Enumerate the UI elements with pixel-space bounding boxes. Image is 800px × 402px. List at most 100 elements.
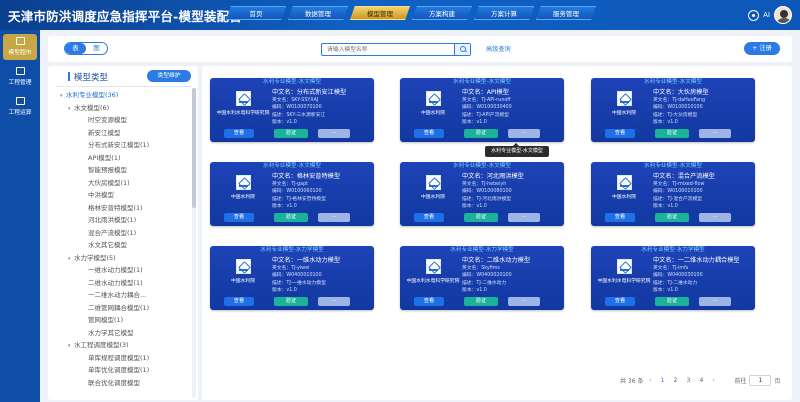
- tree-node[interactable]: 格林安普特模型(1): [88, 202, 143, 212]
- tree-node-label: 单库规程调度模型(1): [88, 353, 150, 362]
- prev-page-button[interactable]: ‹: [646, 377, 654, 384]
- view-button[interactable]: 查看: [605, 297, 635, 306]
- page-2[interactable]: 2: [670, 377, 680, 384]
- card-category: 水利专业模型-水文模型: [453, 79, 511, 85]
- page-3[interactable]: 3: [683, 377, 693, 384]
- view-button[interactable]: 查看: [414, 213, 444, 222]
- nav-scheme-compute[interactable]: 方案计算: [474, 6, 534, 20]
- tree-node[interactable]: 一维水动力模型(1): [88, 264, 143, 274]
- card-org: 中国水利院: [612, 111, 636, 116]
- next-page-button[interactable]: ›: [709, 377, 717, 384]
- verify-button[interactable]: 验证: [655, 297, 689, 306]
- more-button[interactable]: ···: [699, 297, 731, 306]
- toggle-table[interactable]: 表: [65, 43, 86, 54]
- model-card[interactable]: 水利专业模型-水文模型 中国水利水电科学研究院 中文名：分布式新安江模型 英文名：SK…: [210, 78, 374, 142]
- model-card[interactable]: 水利专业模型-水力学模型 中国水利水电科学研究院 中文名：二维水动力模型 英文名：Sk…: [400, 246, 564, 310]
- tree-node[interactable]: ▾ 水工程调度模型(3): [68, 339, 129, 349]
- tree-node[interactable]: ▾ 水文模型(6): [68, 102, 109, 112]
- more-button[interactable]: ···: [318, 297, 350, 306]
- register-button[interactable]: + 注册: [744, 42, 780, 55]
- pagination: 共 36 条 ‹ 1 2 3 4 › 前往 1 页: [620, 374, 780, 386]
- project-icon: [15, 67, 25, 75]
- tree-node[interactable]: ▾ 水利专业模型(36): [60, 89, 118, 99]
- tree-node-label: 中洪模型: [88, 191, 114, 199]
- tree-node[interactable]: 分布式新安江模型(1): [88, 139, 149, 149]
- toggle-chart[interactable]: 图: [86, 43, 107, 54]
- tree-node[interactable]: 二维管网耦合模型(1): [88, 302, 149, 312]
- more-button[interactable]: ···: [699, 213, 731, 222]
- card-org: 中国水利水电科学研究院: [406, 279, 460, 284]
- model-card[interactable]: 水利专业模型-水文模型 中国水利院 中文名：API模型 英文名：TJ-API-runo…: [400, 78, 564, 142]
- tree-node-label: 二维水动力模型(1): [88, 278, 143, 287]
- tree-node[interactable]: 混合产流模型(1): [88, 227, 136, 237]
- tree-node[interactable]: 水力学其它模型: [88, 327, 134, 337]
- verify-button[interactable]: 验证: [464, 129, 498, 138]
- view-button[interactable]: 查看: [224, 213, 254, 222]
- goto-label: 前往: [734, 377, 747, 385]
- advanced-search-link[interactable]: 高级查询: [486, 44, 511, 53]
- nav-data-management[interactable]: 数据管理: [288, 6, 348, 20]
- rail-item-compute[interactable]: 工程运算: [3, 94, 37, 120]
- tree-node[interactable]: 时空变源模型: [88, 114, 127, 124]
- verify-button[interactable]: 验证: [274, 129, 308, 138]
- avatar[interactable]: [774, 6, 792, 24]
- view-button[interactable]: 查看: [605, 129, 635, 138]
- more-button[interactable]: ···: [508, 129, 540, 138]
- verify-button[interactable]: 验证: [464, 297, 498, 306]
- search-icon[interactable]: [454, 44, 470, 55]
- scrollbar-thumb[interactable]: [192, 88, 196, 208]
- model-card[interactable]: 水利专业模型-水文模型 中国水利院 中文名：河北雨洪模型 英文名：TJ-hebeiyh…: [400, 162, 564, 226]
- tree-node[interactable]: 管网模型(1): [88, 314, 123, 324]
- view-button[interactable]: 查看: [224, 297, 254, 306]
- view-button[interactable]: 查看: [414, 297, 444, 306]
- tree-node[interactable]: 单库规程调度模型(1): [88, 352, 149, 362]
- verify-button[interactable]: 验证: [464, 213, 498, 222]
- model-card[interactable]: 水利专业模型-水文模型 中国水利院 中文名：混合产流模型 英文名：TJ-mixed-f…: [591, 162, 755, 226]
- nav-home[interactable]: 首页: [226, 6, 286, 20]
- tree-node[interactable]: API模型(1): [88, 152, 121, 162]
- scrollbar[interactable]: [192, 88, 196, 398]
- rail-item-project[interactable]: 工程管理: [3, 64, 37, 90]
- more-button[interactable]: ···: [508, 297, 540, 306]
- tree-node[interactable]: 单库优化调度模型(1): [88, 364, 149, 374]
- tree-node[interactable]: 二维水动力模型(1): [88, 277, 143, 287]
- page-4[interactable]: 4: [696, 377, 706, 384]
- view-button[interactable]: 查看: [224, 129, 254, 138]
- rail-item-model-market[interactable]: 模型超市: [3, 34, 37, 60]
- verify-button[interactable]: 验证: [655, 213, 689, 222]
- tree-node[interactable]: 大伙房模型(1): [88, 177, 130, 187]
- card-info: 中文名：混合产流模型 英文名：TJ-mixed-flow 编码：W010001010…: [653, 172, 753, 211]
- view-button[interactable]: 查看: [414, 129, 444, 138]
- verify-button[interactable]: 验证: [655, 129, 689, 138]
- settings-icon[interactable]: [748, 9, 760, 21]
- tree-node[interactable]: 智能预报模型: [88, 164, 127, 174]
- card-desc: 描述：TJ-大伙房模型: [653, 112, 698, 118]
- model-card[interactable]: 水利专业模型-水力学模型 中国水利院 中文名：一维水动力模型 英文名：TJ-yiwei…: [210, 246, 374, 310]
- tree-node[interactable]: 河北雨洪模型(1): [88, 214, 136, 224]
- tree-node[interactable]: 新安江模型: [88, 127, 121, 137]
- more-button[interactable]: ···: [318, 213, 350, 222]
- nav-scheme-build[interactable]: 方案构建: [412, 6, 472, 20]
- search-input[interactable]: [322, 44, 454, 55]
- model-card[interactable]: 水利专业模型-水文模型 中国水利院 中文名：格林安普特模型 英文名：TJ-gapt 编码…: [210, 162, 374, 226]
- page-1[interactable]: 1: [657, 377, 667, 384]
- tree-node[interactable]: 中洪模型: [88, 189, 114, 199]
- verify-button[interactable]: 验证: [274, 213, 308, 222]
- nav-service-management[interactable]: 服务管理: [536, 6, 596, 20]
- model-card[interactable]: 水利专业模型-水力学模型 中国水利水电科学研究院 中文名：一二维水动力耦合模型 英文名…: [591, 246, 755, 310]
- tree-node[interactable]: ▾ 水力学模型(5): [68, 252, 116, 262]
- model-type-panel: 模型类型 类型维护 ▾ 水利专业模型(36) ▾ 水文模型(6) 时空变源模型 新安江模型…: [48, 66, 198, 400]
- model-card[interactable]: 水利专业模型-水文模型 中国水利院 中文名：大伙房模型 英文名：TJ-daHuoFan…: [591, 78, 755, 142]
- verify-button[interactable]: 验证: [274, 297, 308, 306]
- tree-node[interactable]: 一二维水动力耦合...: [88, 289, 146, 299]
- more-button[interactable]: ···: [508, 213, 540, 222]
- view-button[interactable]: 查看: [605, 213, 635, 222]
- nav-model-management[interactable]: 模型管理: [350, 6, 410, 20]
- page-jump-input[interactable]: 1: [749, 374, 772, 386]
- more-button[interactable]: ···: [699, 129, 731, 138]
- more-button[interactable]: ···: [318, 129, 350, 138]
- type-maintenance-button[interactable]: 类型维护: [147, 70, 191, 82]
- card-info: 中文名：一维水动力模型 英文名：TJ-yiwei 编码：W0400010100 描述：…: [272, 256, 372, 295]
- tree-node[interactable]: 水文其它模型: [88, 239, 127, 249]
- tree-node[interactable]: 联合优化调度模型: [88, 377, 140, 387]
